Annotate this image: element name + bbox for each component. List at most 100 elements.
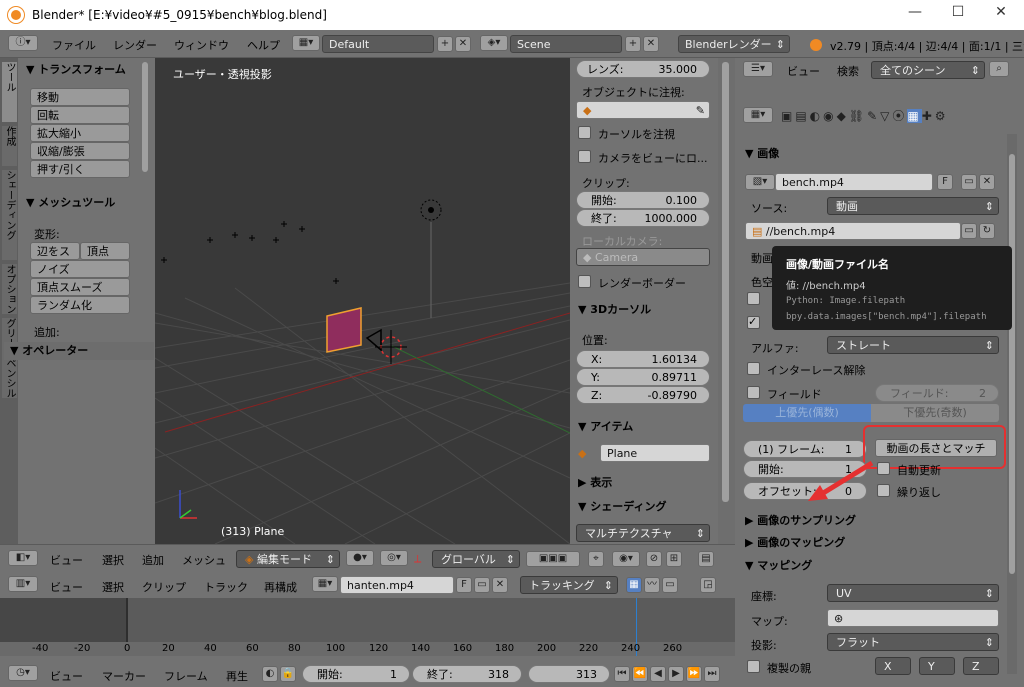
coords-select[interactable]: UV ⇕: [827, 584, 999, 602]
snap-target-icon[interactable]: ⊞: [666, 551, 682, 567]
outliner-editor-icon[interactable]: ☰▾: [743, 61, 773, 77]
lower-first-button[interactable]: 下優先(奇数): [871, 404, 999, 422]
add-scene-icon[interactable]: +: [625, 36, 641, 52]
clip-lock-icon[interactable]: ◲: [700, 577, 716, 593]
current-frame-field[interactable]: 313: [528, 665, 610, 683]
move-button[interactable]: 移動: [30, 88, 130, 106]
orientation-select[interactable]: グローバル ⇕: [432, 550, 520, 568]
image-sampling-header[interactable]: ▶ 画像のサンプリング: [745, 512, 856, 528]
image-name-field[interactable]: bench.mp4: [775, 173, 933, 191]
axis-y-select[interactable]: Y: [919, 657, 955, 675]
menu-file[interactable]: ファイル: [52, 37, 96, 53]
clip-open-icon[interactable]: ▭: [474, 577, 490, 593]
menu-mesh[interactable]: メッシュ: [182, 552, 226, 568]
transform-header[interactable]: ▼ トランスフォーム: [26, 61, 126, 77]
camera-field[interactable]: ◆ Camera: [576, 248, 710, 266]
menu-window[interactable]: ウィンドウ: [174, 37, 229, 53]
deinterlace-checkbox[interactable]: [747, 362, 760, 375]
clip-menu-track[interactable]: トラック: [204, 579, 248, 595]
operator-header[interactable]: ▼ オペレーター: [4, 342, 154, 360]
match-movie-length-button[interactable]: 動画の長さとマッチ: [875, 439, 997, 457]
outliner-search-icon[interactable]: ⌕: [989, 61, 1009, 77]
tracking-select[interactable]: トラッキング ⇕: [520, 576, 618, 594]
shading-sphere-icon[interactable]: ●▾: [346, 550, 374, 566]
3d-viewport[interactable]: ユーザー・透視投影 (313) Plane: [155, 58, 570, 544]
upper-first-button[interactable]: 上優先(偶数): [743, 404, 871, 422]
projection-select[interactable]: フラット ⇕: [827, 633, 999, 651]
clip-menu-view[interactable]: ビュー: [50, 579, 83, 595]
play-icon[interactable]: ▶: [668, 666, 684, 682]
timeline-menu-frame[interactable]: フレーム: [164, 668, 208, 684]
map-field[interactable]: ⊛: [827, 609, 999, 627]
frame-end-field[interactable]: 終了: 318: [412, 665, 522, 683]
outliner-menu-search[interactable]: 検索: [837, 63, 859, 79]
mapping-header[interactable]: ▼ マッピング: [745, 557, 812, 573]
noise-button[interactable]: ノイズ: [30, 260, 130, 278]
alpha-select[interactable]: ストレート ⇕: [827, 336, 999, 354]
tab-create[interactable]: 作成: [2, 126, 17, 166]
manipulator-icon[interactable]: ⟂: [414, 552, 421, 566]
image-type-icon[interactable]: ▧▾: [745, 174, 775, 190]
filepath-reload-icon[interactable]: ↻: [979, 223, 995, 239]
clip-close-icon[interactable]: ✕: [492, 577, 508, 593]
clip-graph-area[interactable]: -40 -20 0 20 40 60 80 100 120 140 160 18…: [0, 598, 735, 656]
clip-browse-icon[interactable]: ▦▾: [312, 576, 338, 592]
tab-shading[interactable]: シェーディング: [2, 170, 17, 260]
info-editor-icon[interactable]: ⓘ▾: [8, 35, 38, 51]
menu-view[interactable]: ビュー: [50, 552, 83, 568]
menu-add[interactable]: 追加: [142, 552, 164, 568]
filepath-browse-icon[interactable]: ▭: [961, 223, 977, 239]
image-fake-user-button[interactable]: F: [937, 174, 953, 190]
fields-count-field[interactable]: フィールド: 2: [875, 384, 999, 402]
menu-render[interactable]: レンダー: [113, 37, 157, 53]
remove-scene-icon[interactable]: ✕: [643, 36, 659, 52]
view-clip-icon[interactable]: ▦: [626, 577, 642, 593]
outliner-filter-select[interactable]: 全てのシーン ⇕: [871, 61, 985, 79]
tab-tools[interactable]: ツール: [2, 62, 17, 122]
eyedropper-icon[interactable]: ✎: [696, 102, 705, 120]
engine-select[interactable]: Blenderレンダー ⇕: [678, 35, 790, 53]
menu-help[interactable]: ヘルプ: [247, 37, 280, 53]
view-graph-icon[interactable]: 〰: [644, 577, 660, 593]
render-icon[interactable]: ▤: [698, 551, 714, 567]
clip-fake-user-button[interactable]: F: [456, 577, 472, 593]
maximize-button[interactable]: ☐: [946, 4, 970, 24]
look-at-field[interactable]: ◆ ✎: [576, 101, 710, 119]
axis-x-select[interactable]: X: [875, 657, 911, 675]
proportional-icon[interactable]: ◉▾: [612, 551, 640, 567]
view-dopesheet-icon[interactable]: ▭: [662, 577, 678, 593]
axis-z-select[interactable]: Z: [963, 657, 999, 675]
props-scrollbar[interactable]: [1007, 134, 1017, 674]
rotate-button[interactable]: 回転: [30, 106, 130, 124]
props-context-icons[interactable]: ▣▤◐◉◆⛓✎▽⦿▦✚⚙: [781, 107, 1011, 123]
image-header[interactable]: ▼ 画像: [745, 145, 779, 161]
cursor-y-field[interactable]: Y: 0.89711: [576, 368, 710, 386]
outliner-menu-view[interactable]: ビュー: [787, 63, 820, 79]
lock-icon[interactable]: 🔒: [280, 666, 296, 682]
play-reverse-icon[interactable]: ◀: [650, 666, 666, 682]
mode-select[interactable]: ◈ 編集モード ⇕: [236, 550, 340, 568]
snap-icon[interactable]: ⌖: [588, 551, 604, 567]
clip-end-field[interactable]: 終了: 1000.000: [576, 209, 710, 227]
partial-checkbox-2[interactable]: ✓: [747, 316, 760, 329]
pivot-icon[interactable]: ◎▾: [380, 550, 408, 566]
overlay-icon[interactable]: ⊘: [646, 551, 662, 567]
clip-start-field[interactable]: 開始: 0.100: [576, 191, 710, 209]
toolshelf-scrollbar[interactable]: [142, 62, 148, 172]
add-layout-icon[interactable]: +: [437, 36, 453, 52]
display-header[interactable]: ▶ 表示: [578, 474, 612, 490]
image-open-icon[interactable]: ▭: [961, 174, 977, 190]
layout-field[interactable]: Default: [322, 35, 434, 53]
shading-header[interactable]: ▼ シェーディング: [578, 498, 667, 514]
push-pull-button[interactable]: 押す/引く: [30, 160, 130, 178]
tab-options[interactable]: オプション: [2, 264, 17, 314]
smooth-vertex-button[interactable]: 頂点スムーズ: [30, 278, 130, 296]
cursor-x-field[interactable]: X: 1.60134: [576, 350, 710, 368]
cursor-z-field[interactable]: Z: -0.89790: [576, 386, 710, 404]
layers-icon[interactable]: ▣▣▣: [526, 551, 580, 567]
frame-start-field[interactable]: 開始: 1: [302, 665, 410, 683]
vertex-slide-button[interactable]: 頂点: [80, 242, 130, 260]
clip-name-field[interactable]: hanten.mp4: [340, 576, 454, 594]
jump-end-icon[interactable]: ⏭: [704, 666, 720, 682]
clip-menu-clip[interactable]: クリップ: [142, 579, 186, 595]
